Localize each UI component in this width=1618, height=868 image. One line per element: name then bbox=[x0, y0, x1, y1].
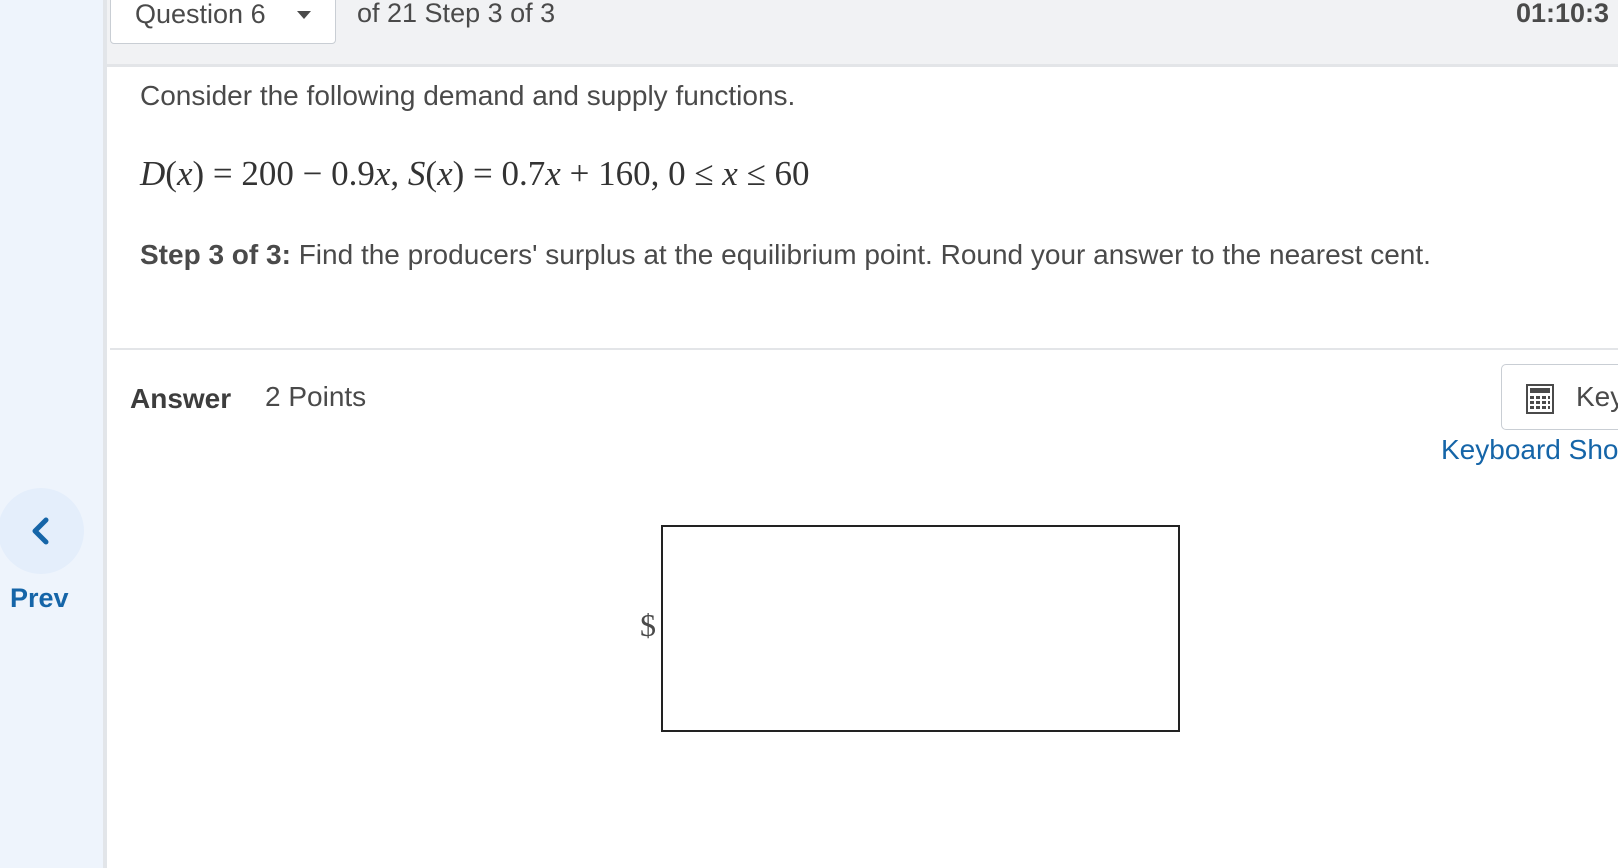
supply-rhs-coef: = 0.7 bbox=[464, 154, 546, 193]
left-nav-rail: Prev bbox=[0, 0, 103, 868]
question-selector[interactable]: Question 6 bbox=[110, 0, 336, 44]
rail-divider bbox=[103, 0, 107, 868]
domain-var: x bbox=[722, 154, 738, 193]
supply-var: x bbox=[437, 154, 453, 193]
prev-label[interactable]: Prev bbox=[10, 583, 69, 614]
question-intro: Consider the following demand and supply… bbox=[140, 80, 796, 111]
step-instructions: Step 3 of 3: Find the producers' surplus… bbox=[140, 239, 1431, 271]
demand-var: x bbox=[176, 154, 193, 193]
supply-rhs-var: x bbox=[545, 154, 561, 193]
step-label: Step 3 of 3: bbox=[140, 239, 291, 270]
keypad-label: Key bbox=[1576, 381, 1618, 412]
page: Prev Question 6 of 21 Step 3 of 3 01:10:… bbox=[0, 0, 1618, 868]
step-info: of 21 Step 3 of 3 bbox=[357, 0, 556, 28]
supply-rhs-const: + 160, 0 ≤ bbox=[560, 154, 723, 193]
demand-fn-name: D bbox=[140, 154, 166, 193]
domain-upper: ≤ 60 bbox=[737, 154, 810, 193]
calculator-icon bbox=[1526, 384, 1554, 414]
prev-button[interactable] bbox=[0, 488, 84, 574]
caret-down-icon bbox=[297, 11, 311, 19]
currency-symbol: $ bbox=[640, 607, 656, 643]
supply-fn-name: S bbox=[407, 154, 426, 193]
equation: D(x) = 200 − 0.9x, S(x) = 0.7x + 160, 0 … bbox=[140, 154, 810, 193]
keyboard-shortcuts-link[interactable]: Keyboard Sho bbox=[1441, 434, 1618, 466]
answer-input[interactable] bbox=[661, 525, 1180, 732]
step-body: Find the producers' surplus at the equil… bbox=[290, 239, 1431, 270]
points-label: 2 Points bbox=[265, 381, 367, 412]
keypad-button[interactable]: Key bbox=[1501, 364, 1618, 430]
demand-rhs-var: x bbox=[374, 154, 391, 193]
chevron-left-icon bbox=[32, 517, 49, 545]
timer: 01:10:3 bbox=[1516, 0, 1610, 28]
section-divider bbox=[110, 348, 1618, 350]
question-selector-label: Question 6 bbox=[135, 0, 266, 29]
answer-heading: Answer bbox=[130, 383, 232, 414]
demand-rhs: = 200 − 0.9 bbox=[204, 154, 375, 193]
